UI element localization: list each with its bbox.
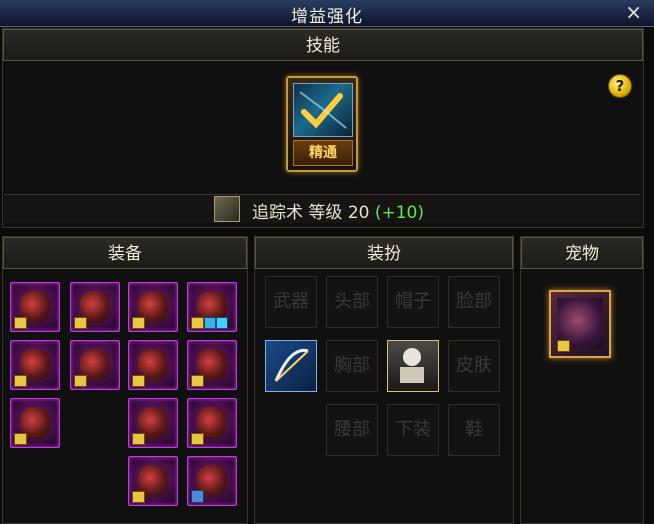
lock-icon: [14, 433, 27, 445]
outfit-icon: [400, 348, 424, 383]
equipment-slot[interactable]: [128, 456, 178, 506]
equipment-slot[interactable]: [187, 282, 237, 332]
costume-slot-head[interactable]: 头部: [326, 276, 378, 328]
equipment-slot[interactable]: [128, 398, 178, 448]
skill-name: 追踪术: [252, 203, 303, 223]
skill-level-row: 追踪术 等级 20 (+10): [4, 194, 640, 223]
level-label: 等级: [308, 203, 343, 223]
equipment-slot[interactable]: [70, 340, 120, 390]
lock-icon: [74, 317, 87, 329]
costume-slot-skin[interactable]: 皮肤: [448, 340, 500, 392]
tracking-skill-icon: [214, 196, 240, 222]
lock-icon: [204, 317, 216, 329]
equipment-header: 装备: [3, 237, 247, 269]
equipment-slot[interactable]: [10, 340, 60, 390]
level-value: 20: [347, 203, 370, 223]
costume-slot-shoes[interactable]: 鞋: [448, 404, 500, 456]
blue-cross-icon: [191, 490, 204, 503]
skill-header: 技能: [3, 29, 643, 61]
lock-icon: [132, 491, 145, 503]
costume-slot-weapon[interactable]: 武器: [265, 276, 317, 328]
window-title: 增益强化: [291, 7, 363, 27]
help-icon[interactable]: ?: [608, 74, 632, 98]
pet-panel: 宠物: [520, 236, 644, 524]
equipment-slot[interactable]: [10, 282, 60, 332]
equipment-slot[interactable]: [187, 340, 237, 390]
lock-icon: [132, 317, 145, 329]
pet-slot[interactable]: [549, 290, 611, 358]
costume-slot-hat[interactable]: 帽子: [387, 276, 439, 328]
pet-header: 宠物: [521, 237, 643, 269]
skill-level-text: 追踪术 等级 20 (+10): [252, 198, 424, 223]
mastery-label: 精通: [293, 140, 353, 166]
equipment-slot[interactable]: [187, 456, 237, 506]
lock-icon: [132, 375, 145, 387]
costume-header: 装扮: [255, 237, 513, 269]
costume-slot-equipped-outfit[interactable]: [387, 340, 439, 392]
lock-icon: [191, 317, 204, 329]
close-icon[interactable]: ×: [625, 0, 642, 24]
lock-icon: [14, 375, 27, 387]
level-bonus: (+10): [374, 203, 424, 223]
costume-slot-waist[interactable]: 腰部: [326, 404, 378, 456]
lock-icon: [74, 375, 87, 387]
window-titlebar: 增益强化 ×: [0, 0, 654, 27]
lock-icon: [191, 375, 204, 387]
lock-icon: [14, 317, 27, 329]
costume-slot-equipped-bow[interactable]: [265, 340, 317, 392]
mastery-skill-icon[interactable]: 精通: [286, 76, 358, 172]
lock-icon: [216, 317, 228, 329]
equipment-slot[interactable]: [187, 398, 237, 448]
equipment-slot[interactable]: [128, 282, 178, 332]
costume-slot-face[interactable]: 脸部: [448, 276, 500, 328]
lock-icon: [132, 433, 145, 445]
equipment-slot[interactable]: [70, 282, 120, 332]
lock-icon: [191, 433, 204, 445]
equipment-slot[interactable]: [128, 340, 178, 390]
bow-icon: [274, 348, 309, 382]
skill-art-icon: [293, 83, 353, 137]
equipment-slot[interactable]: [10, 398, 60, 448]
costume-slot-bottom[interactable]: 下装: [387, 404, 439, 456]
costume-slot-chest[interactable]: 胸部: [326, 340, 378, 392]
lock-icon: [557, 340, 570, 352]
